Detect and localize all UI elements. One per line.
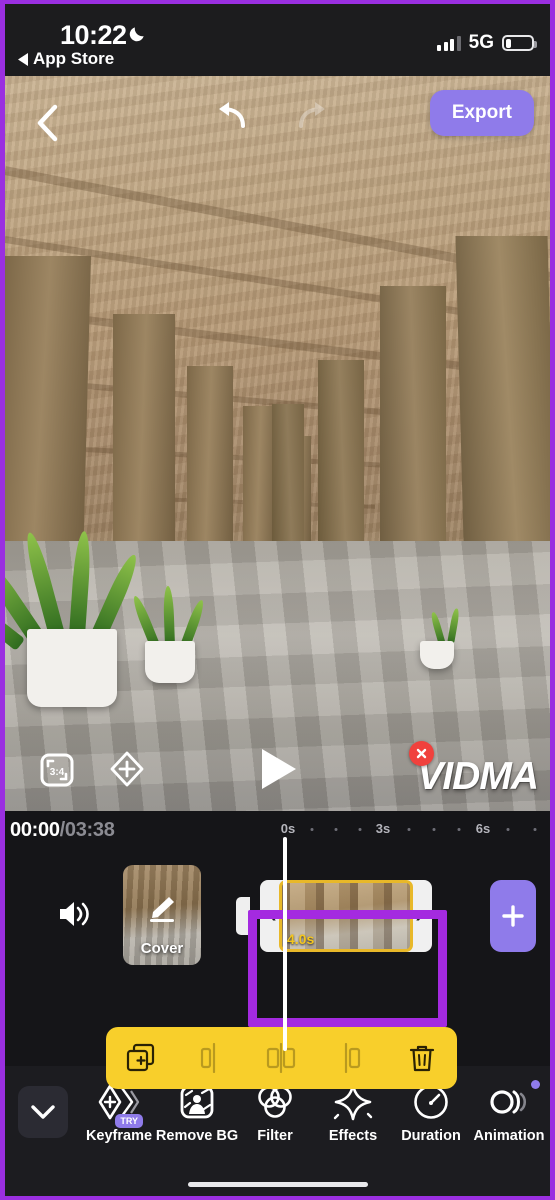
back-to-app-store-label: App Store: [33, 49, 115, 68]
ruler-tick-3s: 3s: [375, 821, 391, 836]
ruler-dot: [334, 828, 338, 831]
split-icon: [201, 1043, 216, 1073]
timeline-track: Cover ‹ › 4.0s: [5, 837, 550, 1089]
chevron-down-icon: [31, 1104, 55, 1119]
nav-label-remove-bg: Remove BG: [155, 1128, 239, 1144]
ruler-tick-6s: 6s: [475, 821, 491, 836]
ruler-dot: [533, 828, 537, 831]
nav-label-keyframe: Keyframe: [85, 1128, 153, 1144]
undo-arrow-icon[interactable]: [213, 101, 249, 133]
speaker-volume-icon[interactable]: [57, 899, 91, 934]
diamond-plus-icon[interactable]: [109, 750, 145, 793]
redo-arrow-icon[interactable]: [295, 101, 331, 133]
home-indicator: [187, 1182, 368, 1187]
divide-frames-icon: [267, 1043, 296, 1073]
ruler-dot: [358, 828, 362, 831]
animation-motion-icon: [487, 1078, 531, 1126]
ruler-dot: [457, 828, 461, 831]
status-time: 10:22: [60, 20, 127, 50]
export-button[interactable]: Export: [429, 90, 534, 136]
ruler-dot: [310, 828, 314, 831]
split-button[interactable]: [185, 1035, 237, 1081]
ruler-tick-0s: 0s: [280, 821, 296, 836]
ruler-dot: [407, 828, 411, 831]
previous-clip-stub[interactable]: [236, 897, 250, 935]
moon-icon: [129, 27, 144, 42]
aspect-ratio-crop-icon[interactable]: 3:4: [39, 752, 75, 793]
timeline-section: 00:00/03:38 0s 3s 6s Cover ‹ › 4.0s TRY …: [5, 811, 550, 1196]
cover-thumbnail[interactable]: Cover: [123, 865, 201, 965]
plus-icon: [502, 905, 524, 927]
nav-label-filter: Filter: [257, 1128, 293, 1144]
try-badge: TRY: [115, 1114, 143, 1128]
status-bar: 10:22 App Store 5G: [5, 4, 550, 76]
play-button[interactable]: [256, 746, 300, 797]
signal-bars-icon: [437, 35, 461, 51]
divide-button[interactable]: [255, 1035, 307, 1081]
duplicate-clip-button[interactable]: [115, 1035, 167, 1081]
back-chevron-icon[interactable]: [35, 104, 59, 142]
timeline-ruler[interactable]: 0s 3s 6s: [5, 819, 550, 843]
back-to-app-store[interactable]: App Store: [18, 49, 114, 69]
ruler-dot: [432, 828, 436, 831]
delete-button[interactable]: [396, 1035, 448, 1081]
trash-icon: [409, 1045, 434, 1072]
duplicate-plus-icon: [126, 1043, 155, 1072]
clip-duration-label: 4.0s: [287, 931, 315, 947]
svg-text:3:4: 3:4: [50, 767, 65, 778]
video-clip[interactable]: 4.0s: [279, 880, 413, 952]
watermark[interactable]: VIDMA: [409, 741, 539, 799]
collapse-panel-button[interactable]: [18, 1086, 68, 1138]
triangle-left-icon: [18, 52, 28, 66]
clip-action-toolbar: [106, 1027, 457, 1089]
nav-label-duration: Duration: [401, 1128, 461, 1144]
cover-label: Cover: [140, 940, 184, 957]
nav-label-animation: Animation: [473, 1128, 545, 1144]
battery-low-icon: [502, 35, 537, 51]
ruler-dot: [506, 828, 510, 831]
watermark-label: VIDMA: [417, 755, 539, 798]
video-preview[interactable]: Export 3:4 VIDMA: [5, 76, 550, 811]
status-indicators: 5G: [437, 32, 537, 54]
playhead[interactable]: [283, 837, 287, 1051]
timeline-header: 00:00/03:38 0s 3s 6s: [5, 811, 550, 849]
add-clip-button[interactable]: [490, 880, 536, 952]
trim-left-icon: [344, 1043, 360, 1073]
trim-button[interactable]: [326, 1035, 378, 1081]
nav-label-effects: Effects: [328, 1128, 378, 1144]
nav-item-animation[interactable]: Animation: [470, 1078, 548, 1144]
new-feature-dot: [531, 1080, 540, 1089]
phone-screen: 10:22 App Store 5G Export 3:4 VIDMA 00:0…: [0, 0, 555, 1200]
network-label: 5G: [468, 32, 494, 53]
pencil-edit-icon: [150, 897, 174, 922]
